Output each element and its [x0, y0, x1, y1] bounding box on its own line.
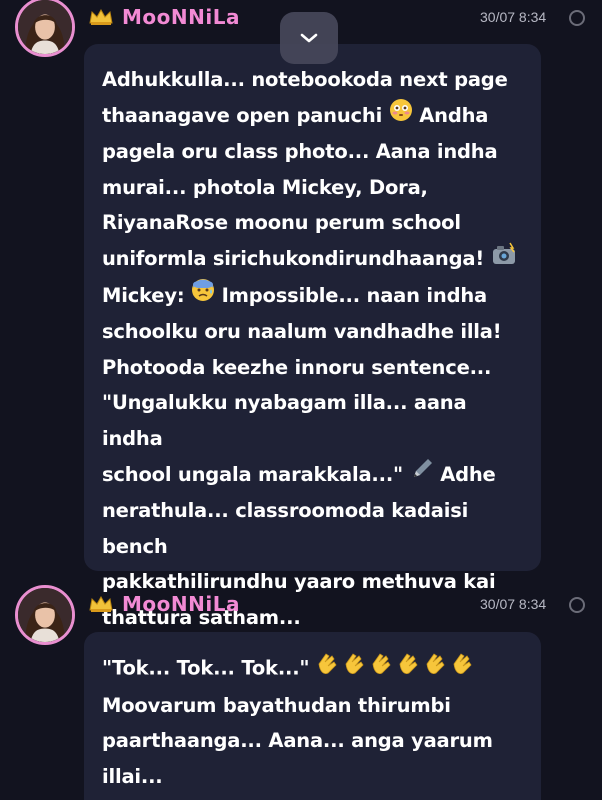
line: schoolku oru naalum vandhadhe illa! [102, 319, 502, 343]
message-bubble[interactable]: "Tok... Tok... Tok..." Moovarum bayathud… [84, 632, 541, 800]
line: pagela oru class photo... Aana indha [102, 140, 498, 164]
avatar[interactable] [15, 0, 75, 57]
pen-emoji [410, 457, 434, 493]
line: school ungala marakkala..." Adhe [102, 457, 523, 493]
message-text: Adhukkulla... notebookoda next page thaa… [102, 62, 523, 636]
line: paarthaanga... Aana... anga yaarum [102, 729, 493, 753]
select-checkbox[interactable] [569, 597, 585, 613]
message-text: "Tok... Tok... Tok..." Moovarum bayathud… [102, 650, 523, 795]
line-text: Impossible... naan indha [221, 283, 488, 307]
line: "Tok... Tok... Tok..." [102, 650, 523, 688]
scroll-down-button[interactable] [280, 12, 338, 64]
author-name[interactable]: MooNNiLa [122, 5, 240, 29]
line: Moovarum bayathudan thirumbi [102, 693, 451, 717]
line: "Ungalukku nyabagam illa... aana indha [102, 391, 467, 450]
line: illai... [102, 765, 163, 789]
select-checkbox[interactable] [569, 10, 585, 26]
anxious-sweat-face-emoji [191, 278, 215, 314]
crown-icon [89, 8, 113, 25]
line: nerathula... classroomoda kadaisi bench [102, 499, 469, 558]
line: uniformla sirichukondirundhaanga! [102, 241, 523, 277]
timestamp: 30/07 8:34 [480, 596, 547, 612]
line-text: uniformla sirichukondirundhaanga! [102, 247, 485, 271]
timestamp: 30/07 8:34 [480, 9, 547, 25]
line: Mickey: Impossible... naan indha [102, 278, 523, 314]
line-text: "Tok... Tok... Tok..." [102, 656, 310, 680]
flushed-face-emoji [389, 98, 413, 134]
chevron-down-icon [300, 33, 318, 43]
line-text: Andha [419, 103, 489, 127]
camera-flash-emoji [491, 242, 517, 278]
clapping-hands-emoji [316, 650, 476, 688]
line: Adhukkulla... notebookoda next page [102, 68, 508, 91]
line: thaanagave open panuchi Andha [102, 98, 523, 134]
line: Photooda keezhe innoru sentence... [102, 355, 492, 379]
author-name[interactable]: MooNNiLa [122, 592, 240, 616]
line-text: Adhe [440, 462, 496, 486]
message-bubble[interactable]: Adhukkulla... notebookoda next page thaa… [84, 44, 541, 629]
line-text: school ungala marakkala..." [102, 462, 404, 486]
line: murai... photola Mickey, Dora, [102, 175, 428, 199]
crown-icon [89, 595, 113, 612]
line: RiyanaRose moonu perum school [102, 211, 461, 235]
line-text: thaanagave open panuchi [102, 103, 383, 127]
line-text: Mickey: [102, 283, 185, 307]
avatar[interactable] [15, 585, 75, 645]
